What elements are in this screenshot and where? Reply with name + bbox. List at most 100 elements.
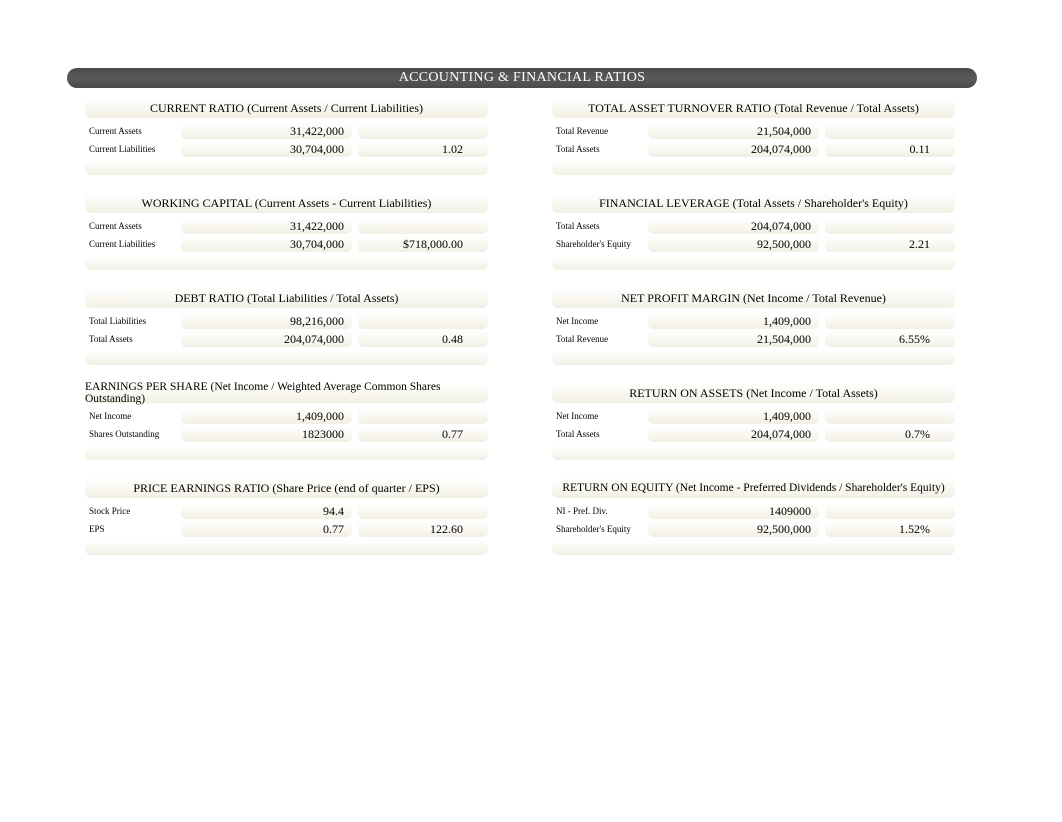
row-result — [825, 218, 955, 234]
data-row: Net Income 1,409,000 — [552, 407, 955, 425]
left-column: CURRENT RATIO (Current Assets / Current … — [85, 98, 488, 573]
section-working-capital: WORKING CAPITAL (Current Assets - Curren… — [85, 193, 488, 270]
section-footer-bar — [85, 256, 488, 270]
row-label: Current Liabilities — [85, 144, 175, 154]
row-result: 0.11 — [825, 141, 955, 157]
row-label: Total Liabilities — [85, 316, 175, 326]
row-label: Net Income — [85, 411, 175, 421]
row-result: 2.21 — [825, 236, 955, 252]
row-value: 1409000 — [648, 503, 819, 519]
row-label: Total Assets — [85, 334, 175, 344]
row-result — [825, 503, 955, 519]
row-result — [825, 313, 955, 329]
section-footer-bar — [552, 446, 955, 460]
data-row: Total Revenue 21,504,000 6.55% — [552, 330, 955, 348]
section-roe: RETURN ON EQUITY (Net Income - Preferred… — [552, 478, 955, 555]
row-result — [825, 123, 955, 139]
section-footer-bar — [85, 541, 488, 555]
row-value: 1,409,000 — [648, 408, 819, 424]
row-result: 0.48 — [358, 331, 488, 347]
data-row: Current Liabilities 30,704,000 1.02 — [85, 140, 488, 158]
section-total-asset-turnover: TOTAL ASSET TURNOVER RATIO (Total Revenu… — [552, 98, 955, 175]
row-label: Total Revenue — [552, 334, 642, 344]
data-row: Shareholder's Equity 92,500,000 2.21 — [552, 235, 955, 253]
row-value: 204,074,000 — [648, 426, 819, 442]
row-label: Current Assets — [85, 126, 175, 136]
row-result — [825, 408, 955, 424]
section-roa: RETURN ON ASSETS (Net Income / Total Ass… — [552, 383, 955, 460]
section-pe-ratio: PRICE EARNINGS RATIO (Share Price (end o… — [85, 478, 488, 555]
data-row: Current Assets 31,422,000 — [85, 217, 488, 235]
row-value: 21,504,000 — [648, 123, 819, 139]
row-label: Stock Price — [85, 506, 175, 516]
data-row: Total Assets 204,074,000 0.11 — [552, 140, 955, 158]
row-value: 31,422,000 — [181, 218, 352, 234]
section-footer-bar — [552, 351, 955, 365]
ratios-columns: CURRENT RATIO (Current Assets / Current … — [85, 98, 955, 573]
section-financial-leverage: FINANCIAL LEVERAGE (Total Assets / Share… — [552, 193, 955, 270]
row-value: 1823000 — [181, 426, 352, 442]
row-label: Total Assets — [552, 144, 642, 154]
section-title: RETURN ON EQUITY (Net Income - Preferred… — [552, 478, 955, 498]
row-label: Shares Outstanding — [85, 429, 175, 439]
row-label: Net Income — [552, 411, 642, 421]
row-result — [358, 313, 488, 329]
row-result — [358, 218, 488, 234]
data-row: Current Assets 31,422,000 — [85, 122, 488, 140]
row-label: Net Income — [552, 316, 642, 326]
row-value: 1,409,000 — [181, 408, 352, 424]
row-result: 1.52% — [825, 521, 955, 537]
page-title: ACCOUNTING & FINANCIAL RATIOS — [399, 70, 646, 86]
right-column: TOTAL ASSET TURNOVER RATIO (Total Revenu… — [552, 98, 955, 573]
data-row: Total Assets 204,074,000 — [552, 217, 955, 235]
section-title: EARNINGS PER SHARE (Net Income / Weighte… — [85, 383, 488, 403]
row-label: Current Assets — [85, 221, 175, 231]
section-title: RETURN ON ASSETS (Net Income / Total Ass… — [552, 383, 955, 403]
data-row: Total Assets 204,074,000 0.7% — [552, 425, 955, 443]
data-row: Total Revenue 21,504,000 — [552, 122, 955, 140]
data-row: Shareholder's Equity 92,500,000 1.52% — [552, 520, 955, 538]
row-result: 6.55% — [825, 331, 955, 347]
data-row: EPS 0.77 122.60 — [85, 520, 488, 538]
section-eps: EARNINGS PER SHARE (Net Income / Weighte… — [85, 383, 488, 460]
row-label: Shareholder's Equity — [552, 239, 642, 249]
section-footer-bar — [85, 351, 488, 365]
row-result — [358, 408, 488, 424]
data-row: Shares Outstanding 1823000 0.77 — [85, 425, 488, 443]
section-title: TOTAL ASSET TURNOVER RATIO (Total Revenu… — [552, 98, 955, 118]
row-result — [358, 123, 488, 139]
row-value: 92,500,000 — [648, 236, 819, 252]
data-row: Stock Price 94.4 — [85, 502, 488, 520]
section-footer-bar — [85, 446, 488, 460]
section-title: CURRENT RATIO (Current Assets / Current … — [85, 98, 488, 118]
row-label: Shareholder's Equity — [552, 524, 642, 534]
row-result: 0.77 — [358, 426, 488, 442]
row-label: NI - Pref. Div. — [552, 506, 642, 516]
section-title: PRICE EARNINGS RATIO (Share Price (end o… — [85, 478, 488, 498]
row-value: 92,500,000 — [648, 521, 819, 537]
row-label: Total Assets — [552, 221, 642, 231]
section-title: DEBT RATIO (Total Liabilities / Total As… — [85, 288, 488, 308]
row-value: 94.4 — [181, 503, 352, 519]
data-row: Total Liabilities 98,216,000 — [85, 312, 488, 330]
row-result — [358, 503, 488, 519]
row-value: 21,504,000 — [648, 331, 819, 347]
row-value: 1,409,000 — [648, 313, 819, 329]
row-label: EPS — [85, 524, 175, 534]
row-value: 204,074,000 — [648, 141, 819, 157]
row-value: 204,074,000 — [648, 218, 819, 234]
data-row: Net Income 1,409,000 — [552, 312, 955, 330]
row-result: $718,000.00 — [358, 236, 488, 252]
row-label: Total Revenue — [552, 126, 642, 136]
section-net-profit-margin: NET PROFIT MARGIN (Net Income / Total Re… — [552, 288, 955, 365]
section-title: WORKING CAPITAL (Current Assets - Curren… — [85, 193, 488, 213]
row-value: 0.77 — [181, 521, 352, 537]
page-title-bar: ACCOUNTING & FINANCIAL RATIOS — [67, 68, 977, 88]
section-debt-ratio: DEBT RATIO (Total Liabilities / Total As… — [85, 288, 488, 365]
data-row: Net Income 1,409,000 — [85, 407, 488, 425]
section-current-ratio: CURRENT RATIO (Current Assets / Current … — [85, 98, 488, 175]
data-row: Current Liabilities 30,704,000 $718,000.… — [85, 235, 488, 253]
row-value: 30,704,000 — [181, 141, 352, 157]
section-footer-bar — [552, 256, 955, 270]
section-footer-bar — [552, 161, 955, 175]
